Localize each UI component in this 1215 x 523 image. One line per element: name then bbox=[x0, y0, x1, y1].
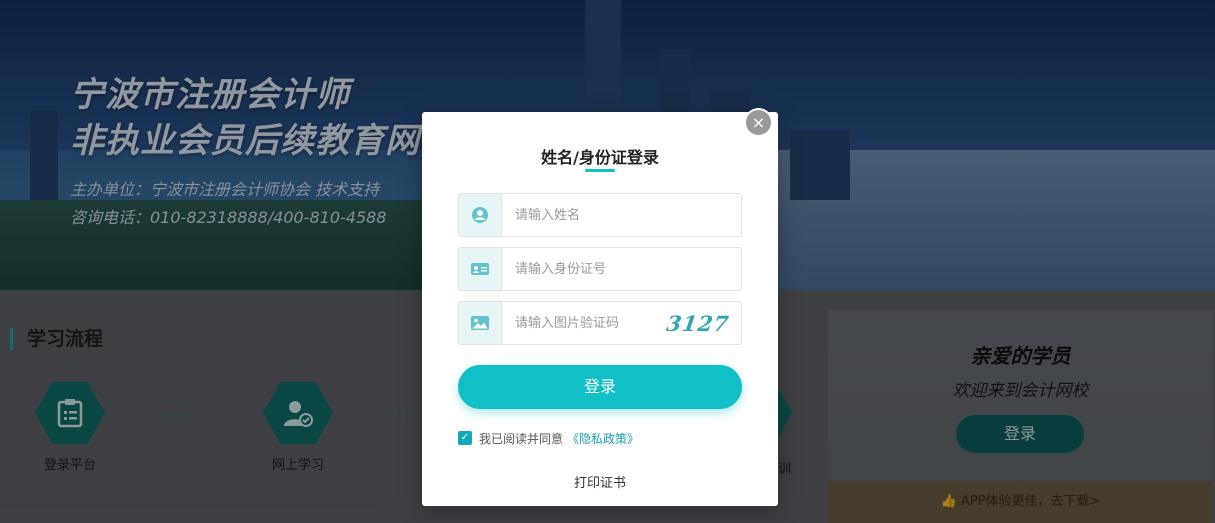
captcha-input[interactable] bbox=[503, 302, 683, 344]
captcha-image[interactable]: 3127 bbox=[661, 310, 735, 338]
id-number-input[interactable] bbox=[503, 248, 683, 290]
privacy-agreement: ✓ 我已阅读并同意 《隐私政策》 bbox=[458, 430, 639, 446]
name-input[interactable] bbox=[503, 194, 683, 236]
agree-checkbox[interactable]: ✓ bbox=[458, 431, 472, 445]
modal-title: 姓名/身份证登录 bbox=[541, 148, 659, 167]
name-field bbox=[458, 193, 742, 237]
image-icon bbox=[459, 302, 502, 344]
login-modal: 姓名/身份证登录 3127 登录 ✓ 我已阅读并同意 《隐私政策》 打印证书 bbox=[422, 112, 778, 506]
privacy-policy-link[interactable]: 《隐私政策》 bbox=[567, 430, 639, 447]
login-button[interactable]: 登录 bbox=[458, 365, 742, 409]
id-card-icon bbox=[459, 248, 502, 290]
captcha-field: 3127 bbox=[458, 301, 742, 345]
close-icon[interactable]: × bbox=[746, 110, 771, 135]
user-icon bbox=[459, 194, 502, 236]
id-number-field bbox=[458, 247, 742, 291]
agree-text: 我已阅读并同意 bbox=[479, 431, 564, 446]
print-certificate-link[interactable]: 打印证书 bbox=[422, 472, 778, 491]
title-underline bbox=[585, 169, 615, 172]
